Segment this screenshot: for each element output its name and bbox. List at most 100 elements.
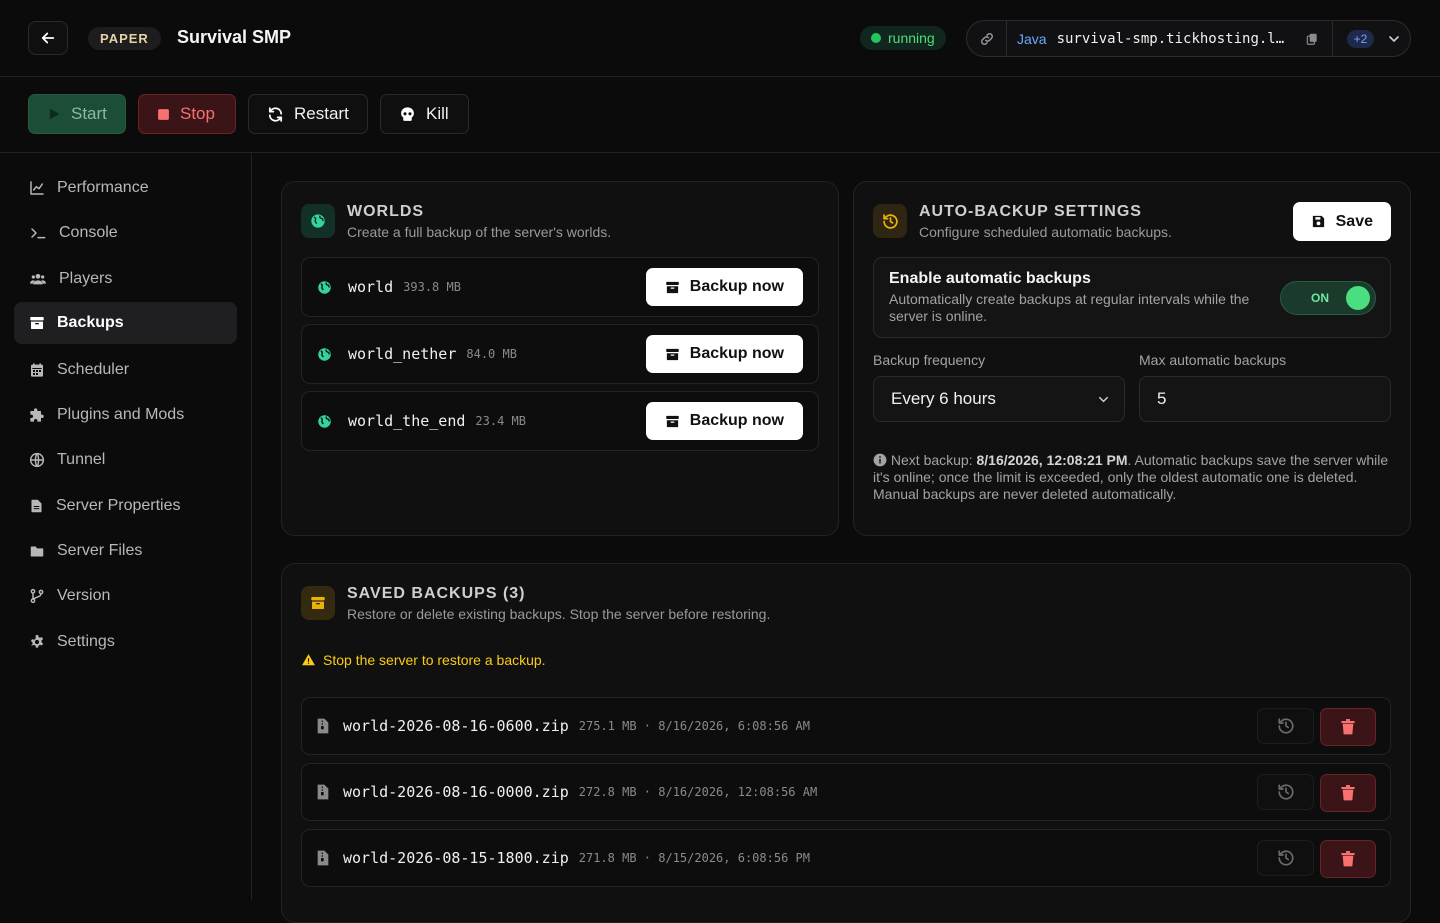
globe-icon: [318, 280, 331, 294]
sidebar-item-label: Tunnel: [57, 451, 106, 468]
play-icon: [49, 108, 60, 120]
worlds-subtitle: Create a full backup of the server's wor…: [347, 224, 612, 240]
sidebar-item-server-files[interactable]: Server Files: [14, 530, 237, 572]
stop-icon: [158, 108, 169, 120]
trash-icon: [1341, 851, 1355, 867]
server-address-pill[interactable]: Java survival-smp.tickhosting.l… +2: [966, 20, 1411, 57]
power-toolbar: Start Stop Restart Kill: [0, 77, 1440, 153]
trash-icon: [1341, 719, 1355, 735]
kill-button[interactable]: Kill: [380, 94, 469, 134]
archive-icon: [666, 415, 679, 427]
file-zip-icon: [317, 850, 329, 866]
toggle-label: ON: [1311, 291, 1329, 305]
world-size: 393.8 MB: [403, 280, 461, 294]
sidebar-item-scheduler[interactable]: Scheduler: [14, 349, 237, 391]
delete-button[interactable]: [1320, 708, 1376, 746]
sidebar-item-players[interactable]: Players: [14, 258, 237, 300]
world-name: world_nether: [348, 345, 457, 363]
backup-filename: world-2026-08-16-0600.zip: [343, 717, 569, 735]
page-title: Survival SMP: [177, 27, 292, 47]
gear-icon: [30, 635, 44, 648]
archive-icon: [666, 348, 679, 360]
next-backup-info: Next backup: 8/16/2026, 12:08:21 PM. Aut…: [873, 452, 1393, 503]
file-zip-icon: [317, 718, 329, 734]
backup-now-button[interactable]: Backup now: [645, 402, 803, 440]
back-button[interactable]: [28, 21, 68, 55]
max-backups-label: Max automatic backups: [1139, 352, 1287, 368]
sidebar: Performance Console Players Backups Sche…: [0, 153, 252, 900]
status-text: running: [888, 30, 935, 46]
restart-button[interactable]: Restart: [248, 94, 368, 134]
calendar-icon: [31, 363, 43, 377]
sidebar-item-plugins[interactable]: Plugins and Mods: [14, 394, 237, 436]
world-row: world_nether 84.0 MB Backup now: [301, 324, 819, 384]
users-icon: [30, 274, 46, 285]
sidebar-item-label: Players: [59, 270, 113, 287]
chevron-down-icon: [1099, 396, 1108, 402]
backup-meta: 271.8 MB · 8/15/2026, 6:08:56 PM: [578, 851, 810, 865]
info-icon: [873, 453, 887, 467]
refresh-icon: [268, 106, 283, 122]
restore-button[interactable]: [1257, 708, 1314, 744]
status-badge: running: [860, 26, 946, 50]
skull-icon: [401, 106, 414, 121]
saved-backups-card: SAVED BACKUPS (3) Restore or delete exis…: [281, 563, 1411, 923]
history-icon: [1277, 718, 1294, 734]
history-icon: [1277, 784, 1294, 800]
start-button[interactable]: Start: [28, 94, 126, 134]
git-branch-icon: [30, 588, 44, 604]
extra-addresses-badge[interactable]: +2: [1346, 29, 1375, 48]
globe-icon: [29, 452, 45, 468]
sidebar-item-label: Performance: [57, 179, 149, 196]
globe-icon: [318, 347, 331, 361]
save-label: Save: [1335, 212, 1373, 230]
delete-button[interactable]: [1320, 840, 1376, 878]
sidebar-item-tunnel[interactable]: Tunnel: [14, 439, 237, 481]
backup-row: world-2026-08-16-0000.zip 272.8 MB · 8/1…: [301, 763, 1391, 821]
frequency-value: Every 6 hours: [891, 389, 996, 408]
info-prefix: Next backup:: [890, 452, 977, 468]
backup-filename: world-2026-08-15-1800.zip: [343, 849, 569, 867]
sidebar-item-version[interactable]: Version: [14, 575, 237, 617]
server-address[interactable]: survival-smp.tickhosting.l…: [1057, 31, 1293, 47]
sidebar-item-settings[interactable]: Settings: [14, 621, 237, 663]
delete-button[interactable]: [1320, 774, 1376, 812]
restore-button[interactable]: [1257, 840, 1314, 876]
copy-icon[interactable]: [1305, 32, 1319, 46]
backup-now-label: Backup now: [689, 278, 784, 295]
next-backup-date: 8/16/2026, 12:08:21 PM: [976, 452, 1128, 468]
sidebar-item-server-properties[interactable]: Server Properties: [14, 485, 237, 527]
auto-backup-toggle[interactable]: ON: [1280, 281, 1376, 315]
backup-now-label: Backup now: [689, 412, 784, 429]
backup-row: world-2026-08-15-1800.zip 271.8 MB · 8/1…: [301, 829, 1391, 887]
archive-icon: [311, 597, 325, 609]
chevron-down-icon[interactable]: [1386, 31, 1402, 47]
sidebar-item-label: Backups: [57, 314, 124, 331]
backup-now-button[interactable]: Backup now: [645, 268, 803, 306]
backup-row: world-2026-08-16-0600.zip 275.1 MB · 8/1…: [301, 697, 1391, 755]
file-zip-icon: [317, 784, 329, 800]
sidebar-item-label: Plugins and Mods: [57, 406, 185, 423]
sidebar-item-backups[interactable]: Backups: [14, 302, 237, 344]
edition-label: Java: [1017, 30, 1047, 47]
stop-button[interactable]: Stop: [138, 94, 236, 134]
sidebar-item-console[interactable]: Console: [14, 212, 237, 254]
file-text-icon: [31, 499, 42, 513]
toggle-knob: [1346, 286, 1370, 310]
start-label: Start: [71, 104, 107, 123]
warning-icon: [302, 654, 315, 666]
history-icon: [1277, 850, 1294, 866]
max-backups-input[interactable]: 5: [1139, 376, 1391, 422]
link-icon: [967, 21, 1007, 56]
save-button[interactable]: Save: [1292, 202, 1391, 241]
restore-button[interactable]: [1257, 774, 1314, 810]
world-row: world_the_end 23.4 MB Backup now: [301, 391, 819, 451]
top-header: PAPER Survival SMP running Java survival…: [0, 0, 1440, 77]
frequency-select[interactable]: Every 6 hours: [873, 376, 1125, 422]
terminal-icon: [31, 228, 46, 239]
restart-label: Restart: [294, 104, 349, 123]
sidebar-item-performance[interactable]: Performance: [14, 167, 237, 209]
backup-now-button[interactable]: Backup now: [645, 335, 803, 373]
sidebar-item-label: Server Files: [57, 542, 143, 559]
globe-icon: [318, 414, 331, 428]
